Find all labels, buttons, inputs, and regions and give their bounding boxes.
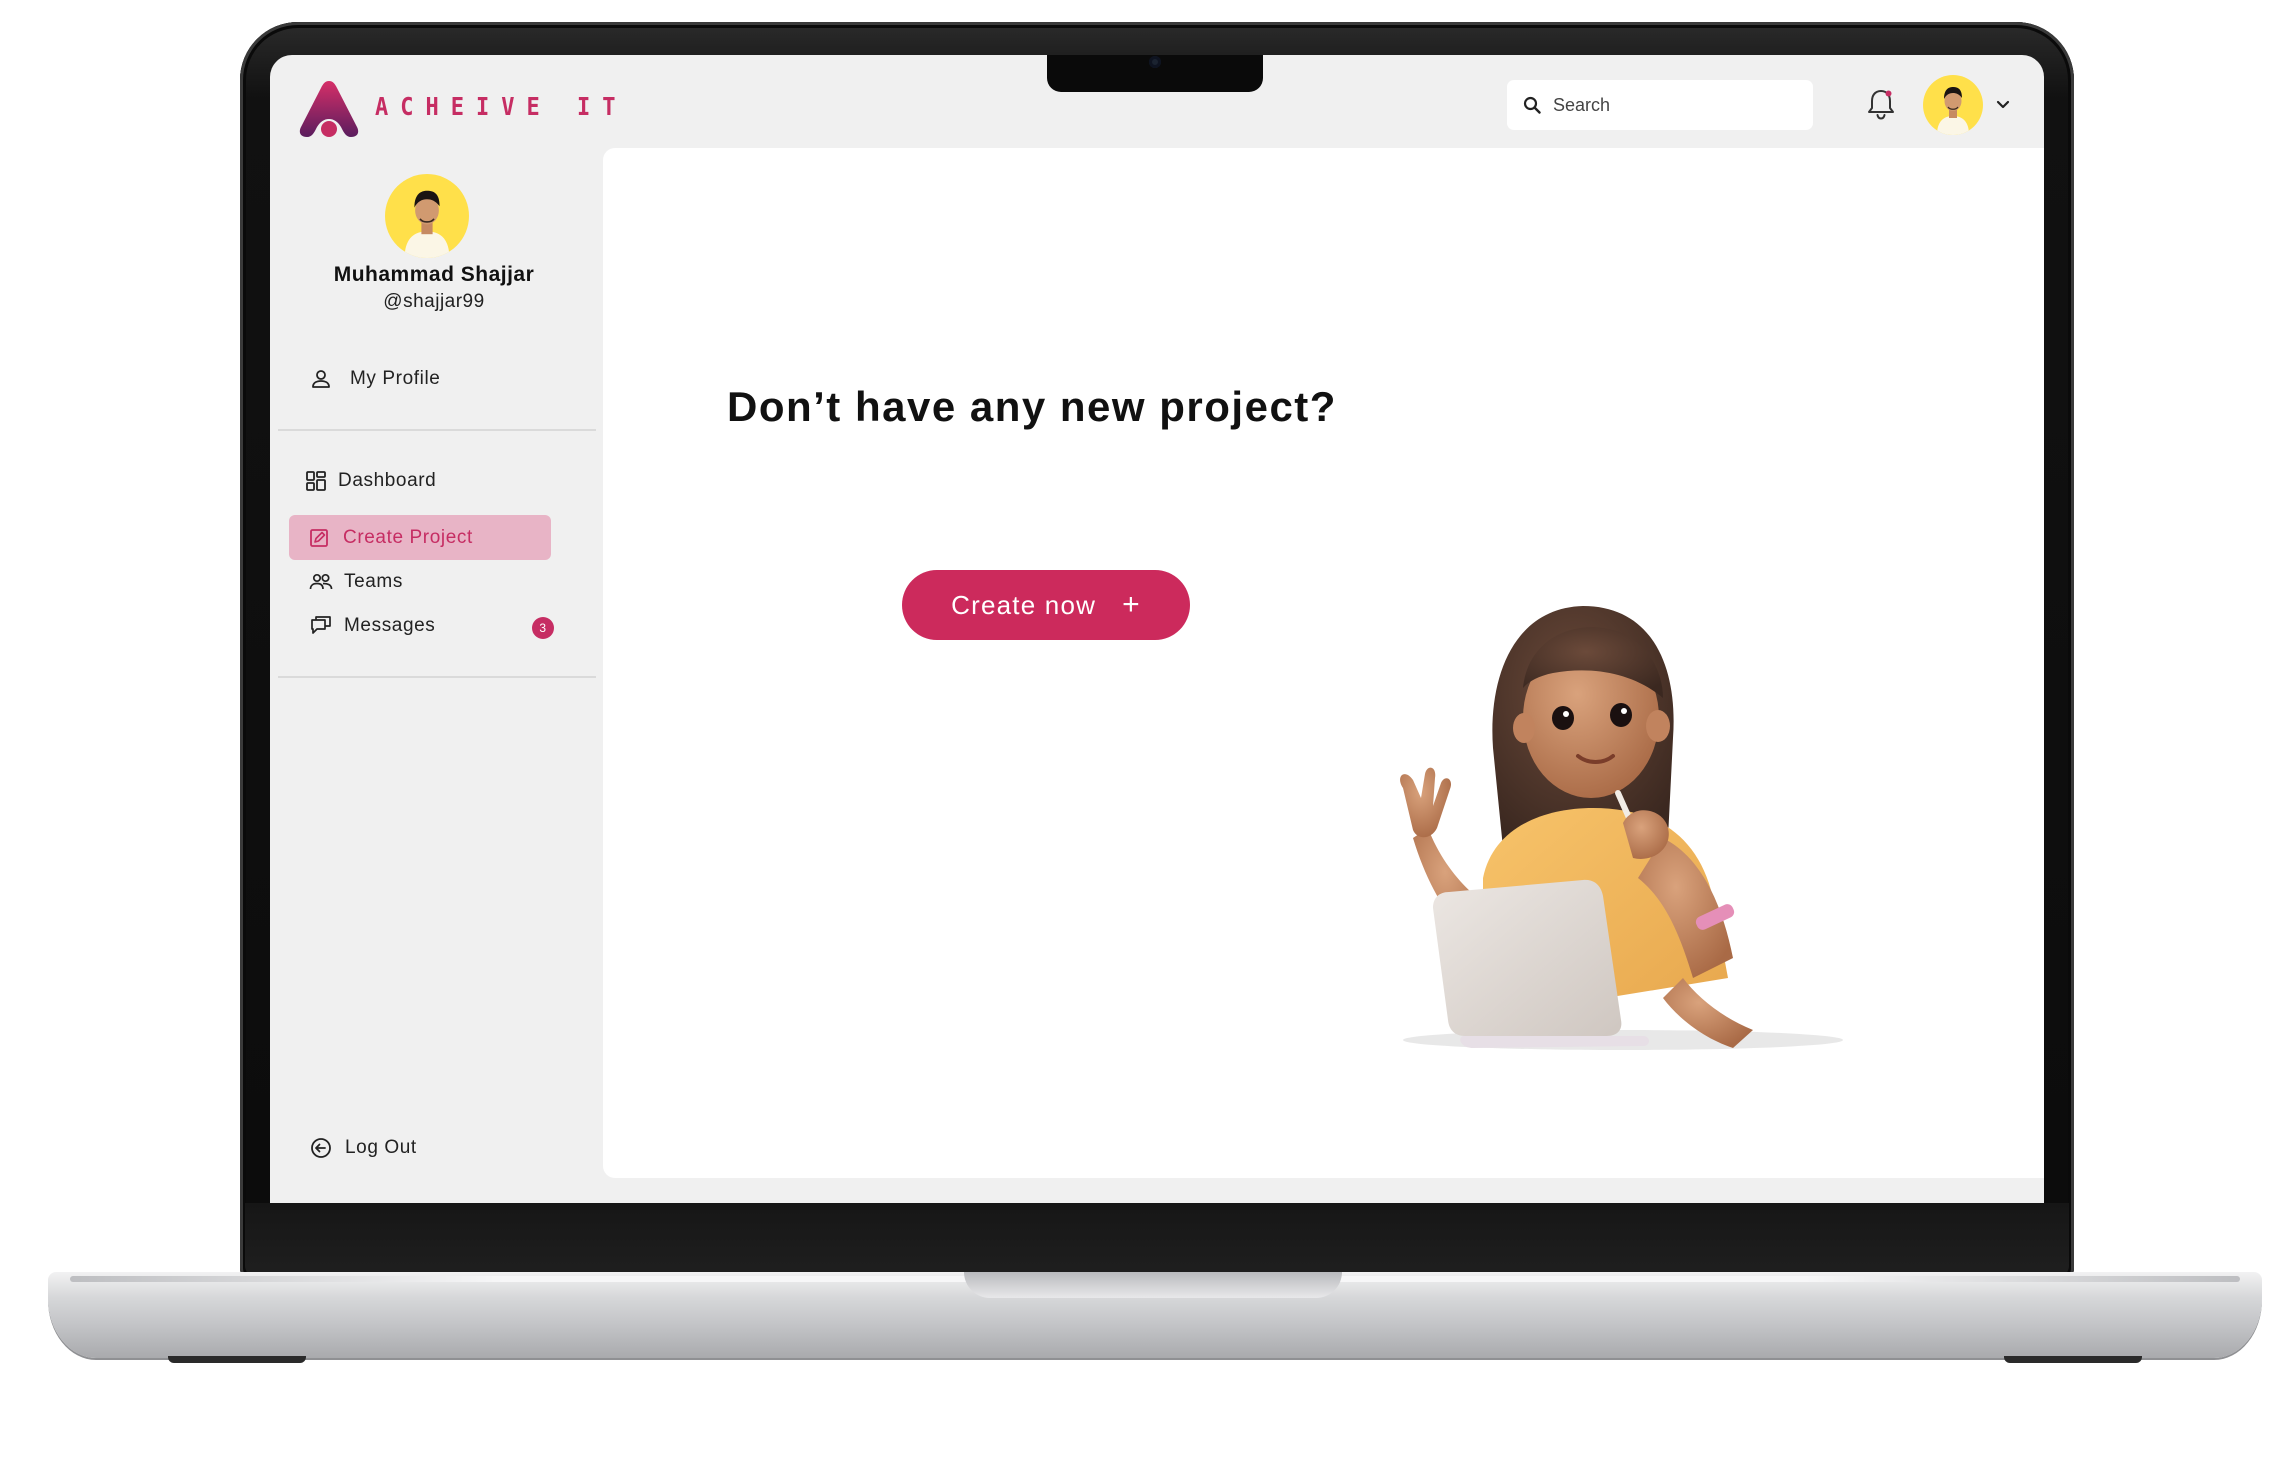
sidebar-item-label: Dashboard (338, 470, 437, 491)
camera-icon (1149, 56, 1161, 68)
sidebar-item-my-profile[interactable]: My Profile (310, 368, 440, 390)
user-photo-icon (1937, 87, 1969, 135)
bell-icon[interactable] (1865, 87, 1897, 121)
logout-label: Log Out (345, 1137, 417, 1158)
teams-icon (309, 573, 333, 590)
sidebar-divider (278, 429, 596, 431)
sidebar-item-teams[interactable]: Teams (309, 571, 403, 593)
empty-state-headline: Don’t have any new project? (727, 383, 1337, 430)
plus-icon: + (1122, 588, 1141, 621)
header-avatar[interactable] (1923, 75, 1983, 135)
sidebar-item-label: My Profile (350, 368, 441, 389)
app-screen: ACHEIVE IT Muhammad (270, 55, 2044, 1203)
search-box[interactable] (1507, 80, 1813, 130)
logout-button[interactable]: Log Out (310, 1137, 417, 1159)
logout-icon (311, 1138, 331, 1158)
search-input[interactable] (1553, 94, 1793, 116)
main-panel: Don’t have any new project? Create now + (603, 148, 2044, 1178)
user-name: Muhammad Shajjar (333, 263, 535, 286)
profile-avatar[interactable] (385, 174, 469, 258)
logo-text: ACHEIVE IT (375, 93, 628, 122)
messages-icon (311, 616, 331, 634)
dashboard-icon (306, 471, 326, 491)
search-icon (1523, 96, 1541, 114)
logo-mark-icon[interactable] (298, 79, 360, 139)
chevron-down-icon[interactable] (1994, 98, 2012, 112)
laptop-opening-notch (964, 1272, 1342, 1298)
user-icon (312, 370, 330, 388)
messages-count-badge: 3 (532, 617, 554, 639)
edit-icon (310, 528, 328, 547)
laptop-foot-left (168, 1356, 306, 1363)
sidebar-divider (278, 676, 596, 678)
user-handle: @shajjar99 (383, 291, 485, 312)
laptop-bezel-bottom (245, 1203, 2069, 1276)
create-now-label: Create now (951, 589, 1097, 620)
sidebar-item-label: Teams (344, 571, 403, 592)
sidebar-item-dashboard[interactable]: Dashboard (305, 470, 436, 492)
laptop-foot-right (2004, 1356, 2142, 1363)
user-photo-icon (404, 190, 450, 258)
sidebar-item-label: Create Project (343, 526, 473, 548)
create-now-button[interactable]: Create now + (902, 570, 1190, 640)
sidebar-item-label: Messages (344, 615, 436, 636)
sidebar-item-messages[interactable]: Messages 3 (310, 615, 554, 639)
sidebar-item-create-project[interactable]: Create Project (289, 515, 551, 560)
person-laptop-illustration (1400, 606, 1843, 1050)
